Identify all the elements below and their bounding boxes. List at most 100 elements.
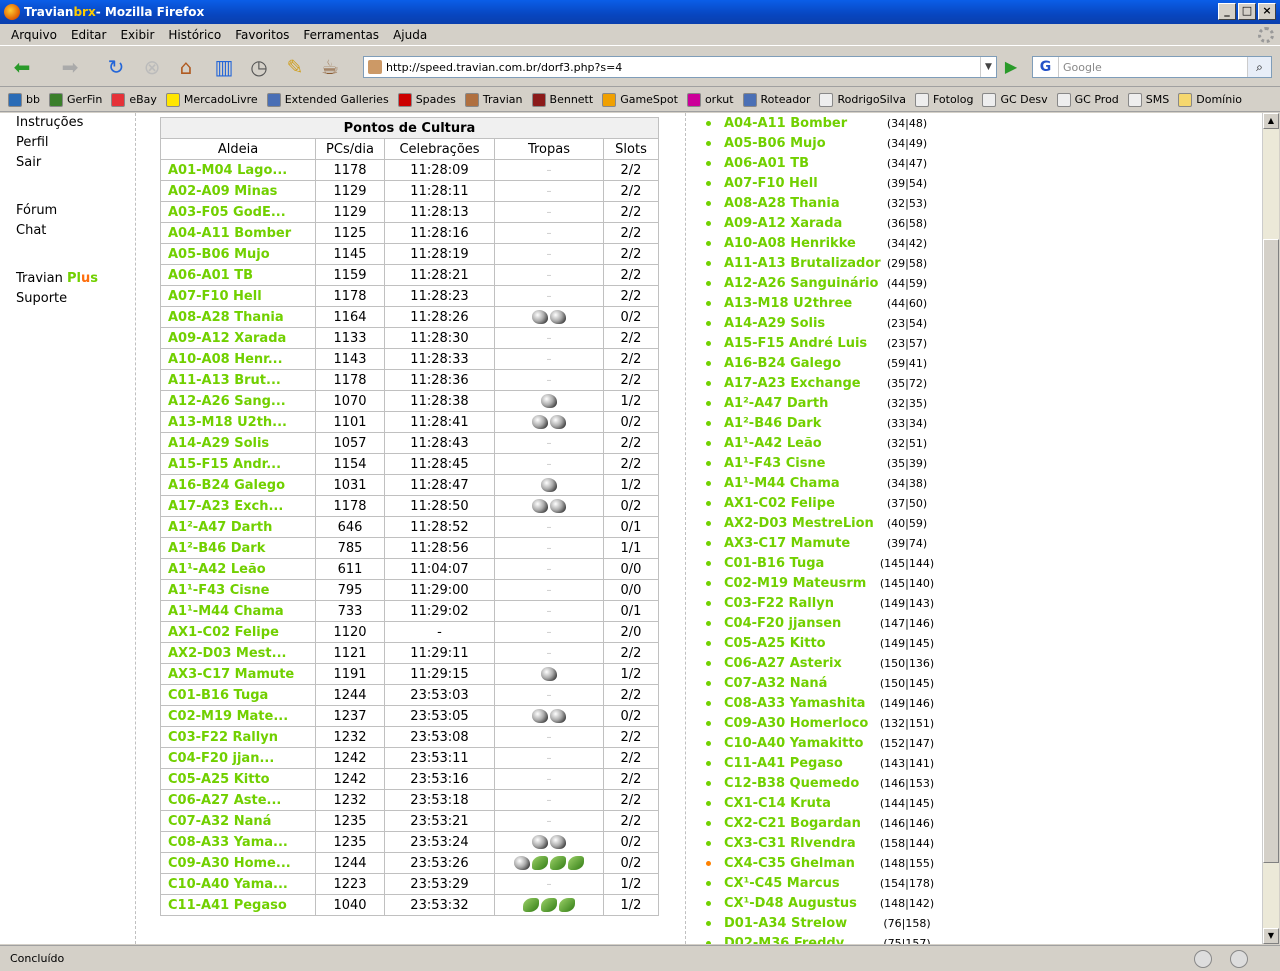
nav-suporte[interactable]: Suporte <box>16 289 98 309</box>
bookmark-item[interactable]: GerFin <box>48 92 102 107</box>
village-name-link[interactable]: A07-F10 Hell <box>160 285 316 307</box>
village-name-link[interactable]: A1²-B46 Dark <box>160 537 316 559</box>
ram-troop-icon[interactable] <box>541 394 557 408</box>
village-name-link[interactable]: A1¹-F43 Cisne <box>160 579 316 601</box>
village-link[interactable]: A1¹-A42 Leão <box>724 436 822 451</box>
village-name-link[interactable]: A14-A29 Solis <box>160 432 316 454</box>
bookmark-item[interactable]: RodrigoSilva <box>819 92 906 107</box>
ram-troop-icon[interactable] <box>550 499 566 513</box>
village-name-link[interactable]: C06-A27 Aste... <box>160 789 316 811</box>
village-link[interactable]: C11-A41 Pegaso <box>724 756 843 771</box>
village-name-link[interactable]: A12-A26 Sang... <box>160 390 316 412</box>
village-link[interactable]: C04-F20 jjansen <box>724 616 841 631</box>
village-name-link[interactable]: A08-A28 Thania <box>160 306 316 328</box>
village-name-link[interactable]: C07-A32 Naná <box>160 810 316 832</box>
nav-sair[interactable]: Sair <box>16 153 98 173</box>
close-button[interactable]: × <box>1258 3 1276 20</box>
village-name-link[interactable]: C03-F22 Rallyn <box>160 726 316 748</box>
village-link[interactable]: A12-A26 Sanguinário <box>724 276 878 291</box>
village-link[interactable]: C07-A32 Naná <box>724 676 827 691</box>
settler-troop-icon[interactable] <box>541 898 557 912</box>
village-name-link[interactable]: C09-A30 Home... <box>160 852 316 874</box>
reload-button[interactable]: ↻ <box>102 53 130 81</box>
bookmarks-button[interactable]: ▥ <box>210 53 238 81</box>
village-link[interactable]: C06-A27 Asterix <box>724 656 842 671</box>
village-link[interactable]: A1¹-M44 Chama <box>724 476 840 491</box>
menu-exibir[interactable]: Exibir <box>113 28 161 42</box>
ram-troop-icon[interactable] <box>532 709 548 723</box>
village-link[interactable]: A1²-B46 Dark <box>724 416 821 431</box>
ram-troop-icon[interactable] <box>532 415 548 429</box>
village-name-link[interactable]: A09-A12 Xarada <box>160 327 316 349</box>
village-link[interactable]: AX3-C17 Mamute <box>724 536 850 551</box>
ram-troop-icon[interactable] <box>541 478 557 492</box>
ram-troop-icon[interactable] <box>550 415 566 429</box>
village-link[interactable]: CX4-C35 Ghelman <box>724 856 855 871</box>
search-box[interactable]: G Google ⌕ <box>1032 56 1272 78</box>
village-name-link[interactable]: A1¹-A42 Leão <box>160 558 316 580</box>
settler-troop-icon[interactable] <box>532 856 548 870</box>
bookmark-item[interactable]: MercadoLivre <box>165 92 258 107</box>
menu-ferramentas[interactable]: Ferramentas <box>296 28 386 42</box>
village-name-link[interactable]: A03-F05 GodE... <box>160 201 316 223</box>
bookmark-item[interactable]: Fotolog <box>914 92 973 107</box>
bookmark-item[interactable]: Travian <box>464 92 523 107</box>
address-dropdown-icon[interactable]: ▼ <box>980 57 996 77</box>
scroll-down-icon[interactable]: ▼ <box>1263 928 1279 944</box>
bookmark-item[interactable]: GameSpot <box>602 92 678 107</box>
ram-troop-icon[interactable] <box>550 310 566 324</box>
village-link[interactable]: A15-F15 André Luis <box>724 336 867 351</box>
go-button[interactable]: ▶ <box>1001 57 1021 77</box>
bookmark-item[interactable]: bb <box>8 92 40 107</box>
settler-troop-icon[interactable] <box>568 856 584 870</box>
village-name-link[interactable]: A13-M18 U2th... <box>160 411 316 433</box>
nav-forum[interactable]: Fórum <box>16 201 98 221</box>
village-name-link[interactable]: A16-B24 Galego <box>160 474 316 496</box>
maximize-button[interactable]: □ <box>1238 3 1256 20</box>
ram-troop-icon[interactable] <box>532 310 548 324</box>
menu-arquivo[interactable]: Arquivo <box>4 28 64 42</box>
coffee-button[interactable]: ☕ <box>316 53 344 81</box>
village-link[interactable]: CX2-C21 Bogardan <box>724 816 861 831</box>
settler-troop-icon[interactable] <box>559 898 575 912</box>
scroll-thumb[interactable] <box>1263 239 1279 863</box>
village-name-link[interactable]: C02-M19 Mate... <box>160 705 316 727</box>
village-link[interactable]: A14-A29 Solis <box>724 316 825 331</box>
village-link[interactable]: CX1-C14 Kruta <box>724 796 831 811</box>
village-name-link[interactable]: A01-M04 Lago... <box>160 159 316 181</box>
village-link[interactable]: A1¹-F43 Cisne <box>724 456 826 471</box>
village-link[interactable]: D02-M36 Freddy <box>724 936 844 945</box>
home-button[interactable]: ⌂ <box>172 53 200 81</box>
village-link[interactable]: A10-A08 Henrikke <box>724 236 856 251</box>
scroll-up-icon[interactable]: ▲ <box>1263 113 1279 129</box>
menu-favoritos[interactable]: Favoritos <box>228 28 296 42</box>
bookmark-item[interactable]: orkut <box>686 92 734 107</box>
village-name-link[interactable]: C10-A40 Yama... <box>160 873 316 895</box>
ram-troop-icon[interactable] <box>541 667 557 681</box>
village-name-link[interactable]: C05-A25 Kitto <box>160 768 316 790</box>
village-name-link[interactable]: C08-A33 Yama... <box>160 831 316 853</box>
ram-troop-icon[interactable] <box>550 835 566 849</box>
village-link[interactable]: A13-M18 U2three <box>724 296 852 311</box>
stop-button[interactable]: ⊗ <box>138 53 166 81</box>
village-name-link[interactable]: C04-F20 jjan... <box>160 747 316 769</box>
ram-troop-icon[interactable] <box>532 835 548 849</box>
village-link[interactable]: CX¹-C45 Marcus <box>724 876 840 891</box>
village-name-link[interactable]: AX1-C02 Felipe <box>160 621 316 643</box>
village-link[interactable]: A07-F10 Hell <box>724 176 818 191</box>
village-link[interactable]: D01-A34 Strelow <box>724 916 847 931</box>
bookmark-item[interactable]: Bennett <box>531 92 593 107</box>
bookmark-item[interactable]: GC Desv <box>982 92 1048 107</box>
village-link[interactable]: A04-A11 Bomber <box>724 116 847 131</box>
village-link[interactable]: C03-F22 Rallyn <box>724 596 834 611</box>
village-link[interactable]: A16-B24 Galego <box>724 356 841 371</box>
village-link[interactable]: A06-A01 TB <box>724 156 809 171</box>
settler-troop-icon[interactable] <box>550 856 566 870</box>
nav-travian-plus[interactable]: Travian Plus <box>16 269 98 289</box>
nav-chat[interactable]: Chat <box>16 221 98 241</box>
settler-troop-icon[interactable] <box>523 898 539 912</box>
village-name-link[interactable]: C01-B16 Tuga <box>160 684 316 706</box>
bookmark-item[interactable]: Extended Galleries <box>266 92 389 107</box>
vertical-scrollbar[interactable]: ▲ ▼ <box>1262 113 1279 944</box>
address-bar[interactable]: http://speed.travian.com.br/dorf3.php?s=… <box>363 56 997 78</box>
